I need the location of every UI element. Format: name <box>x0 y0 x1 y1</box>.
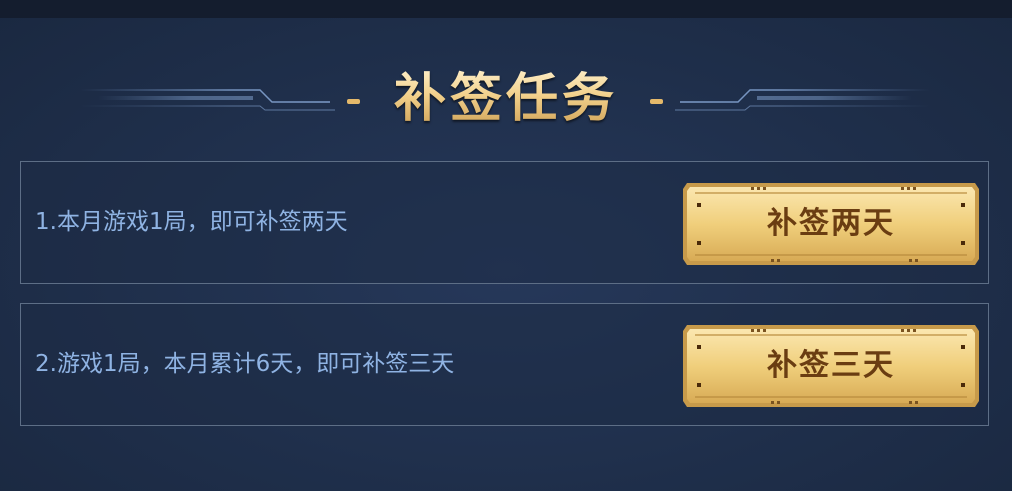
task-description-1: 1.本月游戏1局，即可补签两天 <box>35 209 348 235</box>
task-row-1: 1.本月游戏1局，即可补签两天 补签两天 <box>20 161 989 284</box>
task-description-2: 2.游戏1局，本月累计6天，即可补签三天 <box>35 351 455 377</box>
makeup-three-days-label: 补签三天 <box>767 348 895 383</box>
panel-header: 补签任务 <box>0 60 1012 140</box>
title-left-ornament <box>80 89 360 111</box>
panel-title: 补签任务 <box>380 64 632 134</box>
makeup-sign-in-panel: 补签任务 1.本月游戏1局，即可补签两天 补签两天 2.游戏1局，本月累计6天，… <box>0 0 1012 491</box>
makeup-three-days-button[interactable]: 补签三天 <box>681 323 981 409</box>
makeup-two-days-label: 补签两天 <box>767 206 895 241</box>
title-right-ornament <box>650 89 930 111</box>
task-row-2: 2.游戏1局，本月累计6天，即可补签三天 补签三天 <box>20 303 989 426</box>
makeup-two-days-button[interactable]: 补签两天 <box>681 181 981 267</box>
top-strip <box>0 0 1012 18</box>
